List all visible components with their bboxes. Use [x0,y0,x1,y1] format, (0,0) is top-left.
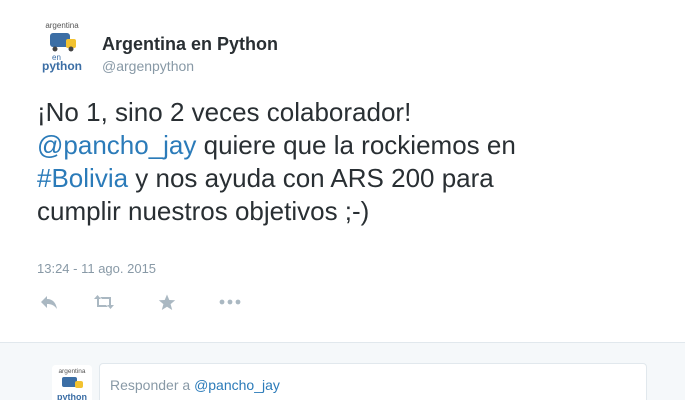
retweet-button[interactable] [92,291,116,313]
reply-logo-text-python: python [57,392,87,400]
hashtag-link[interactable]: #Bolivia [37,163,128,193]
reply-icon [41,296,57,309]
reply-placeholder-prefix: Responder a [110,377,195,393]
tweet-text-line-1: ¡No 1, sino 2 veces colaborador! [37,97,412,127]
reply-placeholder-mention: @pancho_jay [194,377,280,393]
more-button[interactable] [218,291,242,313]
favorite-icon [158,294,176,310]
reply-logo-text-top: argentina [58,368,85,375]
tweet-timestamp[interactable]: 13:24 - 11 ago. 2015 [37,261,156,276]
favorite-button[interactable] [155,291,179,313]
logo-text-python: python [42,59,82,73]
tweet-card: argentina en python Argentina en Python … [0,0,685,342]
author-name[interactable]: Argentina en Python [102,34,278,55]
tweet-text-line-3: #Bolivia y nos ayuda con ARS 200 para [37,162,657,195]
logo-text-top: argentina [45,21,79,30]
reply-placeholder: Responder a @pancho_jay [110,377,280,393]
tweet-text-line-4: cumplir nuestros objetivos ;-) [37,196,370,226]
retweet-icon [94,295,114,309]
tweet-text: ¡No 1, sino 2 veces colaborador! @pancho… [37,96,657,228]
reply-button[interactable] [37,291,61,313]
reply-avatar: argentina python [52,365,92,400]
reply-area: argentina python Responder a @pancho_jay [0,342,685,400]
profile-avatar[interactable]: argentina en python [36,18,88,80]
reply-input[interactable]: Responder a @pancho_jay [99,363,647,400]
mention-link[interactable]: @pancho_jay [37,130,196,160]
author-handle[interactable]: @argenpython [102,58,194,74]
more-icon [219,299,241,305]
tweet-text-line-2-rest: quiere que la rockiemos en [196,130,516,160]
tweet-text-line-2: @pancho_jay quiere que la rockiemos en [37,129,657,162]
tweet-text-line-3-rest: y nos ayuda con ARS 200 para [128,163,494,193]
